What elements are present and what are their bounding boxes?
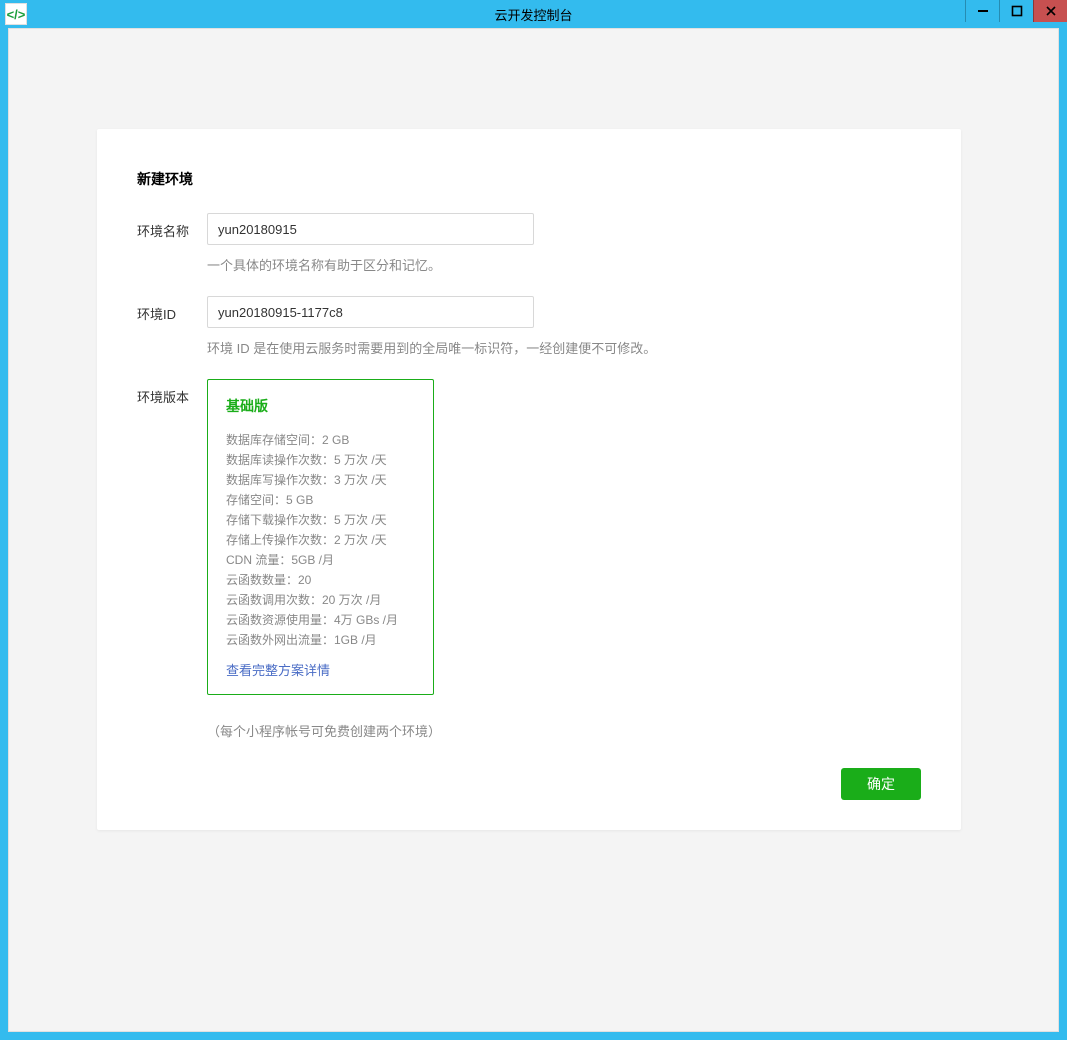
plan-item: 数据库存储空间：2 GB <box>226 430 415 450</box>
env-id-hint: 环境 ID 是在使用云服务时需要用到的全局唯一标识符，一经创建便不可修改。 <box>207 338 921 357</box>
app-window: </> 云开发控制台 新建环境 环境名称 一个具体的环境名称有助于区分和记忆。 <box>0 0 1067 1040</box>
plan-box[interactable]: 基础版 数据库存储空间：2 GB 数据库读操作次数：5 万次 /天 数据库写操作… <box>207 379 434 695</box>
env-id-input[interactable] <box>207 296 534 328</box>
card-footer: 确定 <box>137 768 921 800</box>
new-environment-card: 新建环境 环境名称 一个具体的环境名称有助于区分和记忆。 环境ID 环境 ID … <box>97 129 961 830</box>
plan-details-link[interactable]: 查看完整方案详情 <box>226 660 330 679</box>
titlebar: </> 云开发控制台 <box>0 0 1067 28</box>
plan-item: 云函数数量：20 <box>226 570 415 590</box>
maximize-button[interactable] <box>999 0 1033 22</box>
plan-item: 云函数外网出流量：1GB /月 <box>226 630 415 650</box>
close-icon <box>1045 5 1057 17</box>
env-id-row: 环境ID <box>137 296 921 328</box>
env-name-label: 环境名称 <box>137 213 207 240</box>
env-version-label: 环境版本 <box>137 379 207 406</box>
plan-item: 云函数资源使用量：4万 GBs /月 <box>226 610 415 630</box>
env-name-input[interactable] <box>207 213 534 245</box>
plan-item: 存储下载操作次数：5 万次 /天 <box>226 510 415 530</box>
plan-item: 云函数调用次数：20 万次 /月 <box>226 590 415 610</box>
plan-title: 基础版 <box>226 396 415 416</box>
plan-note: （每个小程序帐号可免费创建两个环境） <box>207 721 921 740</box>
plan-item: 存储上传操作次数：2 万次 /天 <box>226 530 415 550</box>
plan-item: 存储空间：5 GB <box>226 490 415 510</box>
plan-item: 数据库读操作次数：5 万次 /天 <box>226 450 415 470</box>
env-name-hint: 一个具体的环境名称有助于区分和记忆。 <box>207 255 921 274</box>
confirm-button[interactable]: 确定 <box>841 768 921 800</box>
env-name-row: 环境名称 <box>137 213 921 245</box>
plan-item: 数据库写操作次数：3 万次 /天 <box>226 470 415 490</box>
close-button[interactable] <box>1033 0 1067 22</box>
minimize-button[interactable] <box>965 0 999 22</box>
env-id-label: 环境ID <box>137 296 207 323</box>
plan-item: CDN 流量：5GB /月 <box>226 550 415 570</box>
content-area: 新建环境 环境名称 一个具体的环境名称有助于区分和记忆。 环境ID 环境 ID … <box>8 28 1059 1032</box>
window-controls <box>965 0 1067 22</box>
maximize-icon <box>1011 5 1023 17</box>
env-version-row: 环境版本 基础版 数据库存储空间：2 GB 数据库读操作次数：5 万次 /天 数… <box>137 379 921 695</box>
card-title: 新建环境 <box>137 169 921 189</box>
window-title: 云开发控制台 <box>494 5 572 24</box>
minimize-icon <box>977 5 989 17</box>
app-icon: </> <box>5 3 27 25</box>
